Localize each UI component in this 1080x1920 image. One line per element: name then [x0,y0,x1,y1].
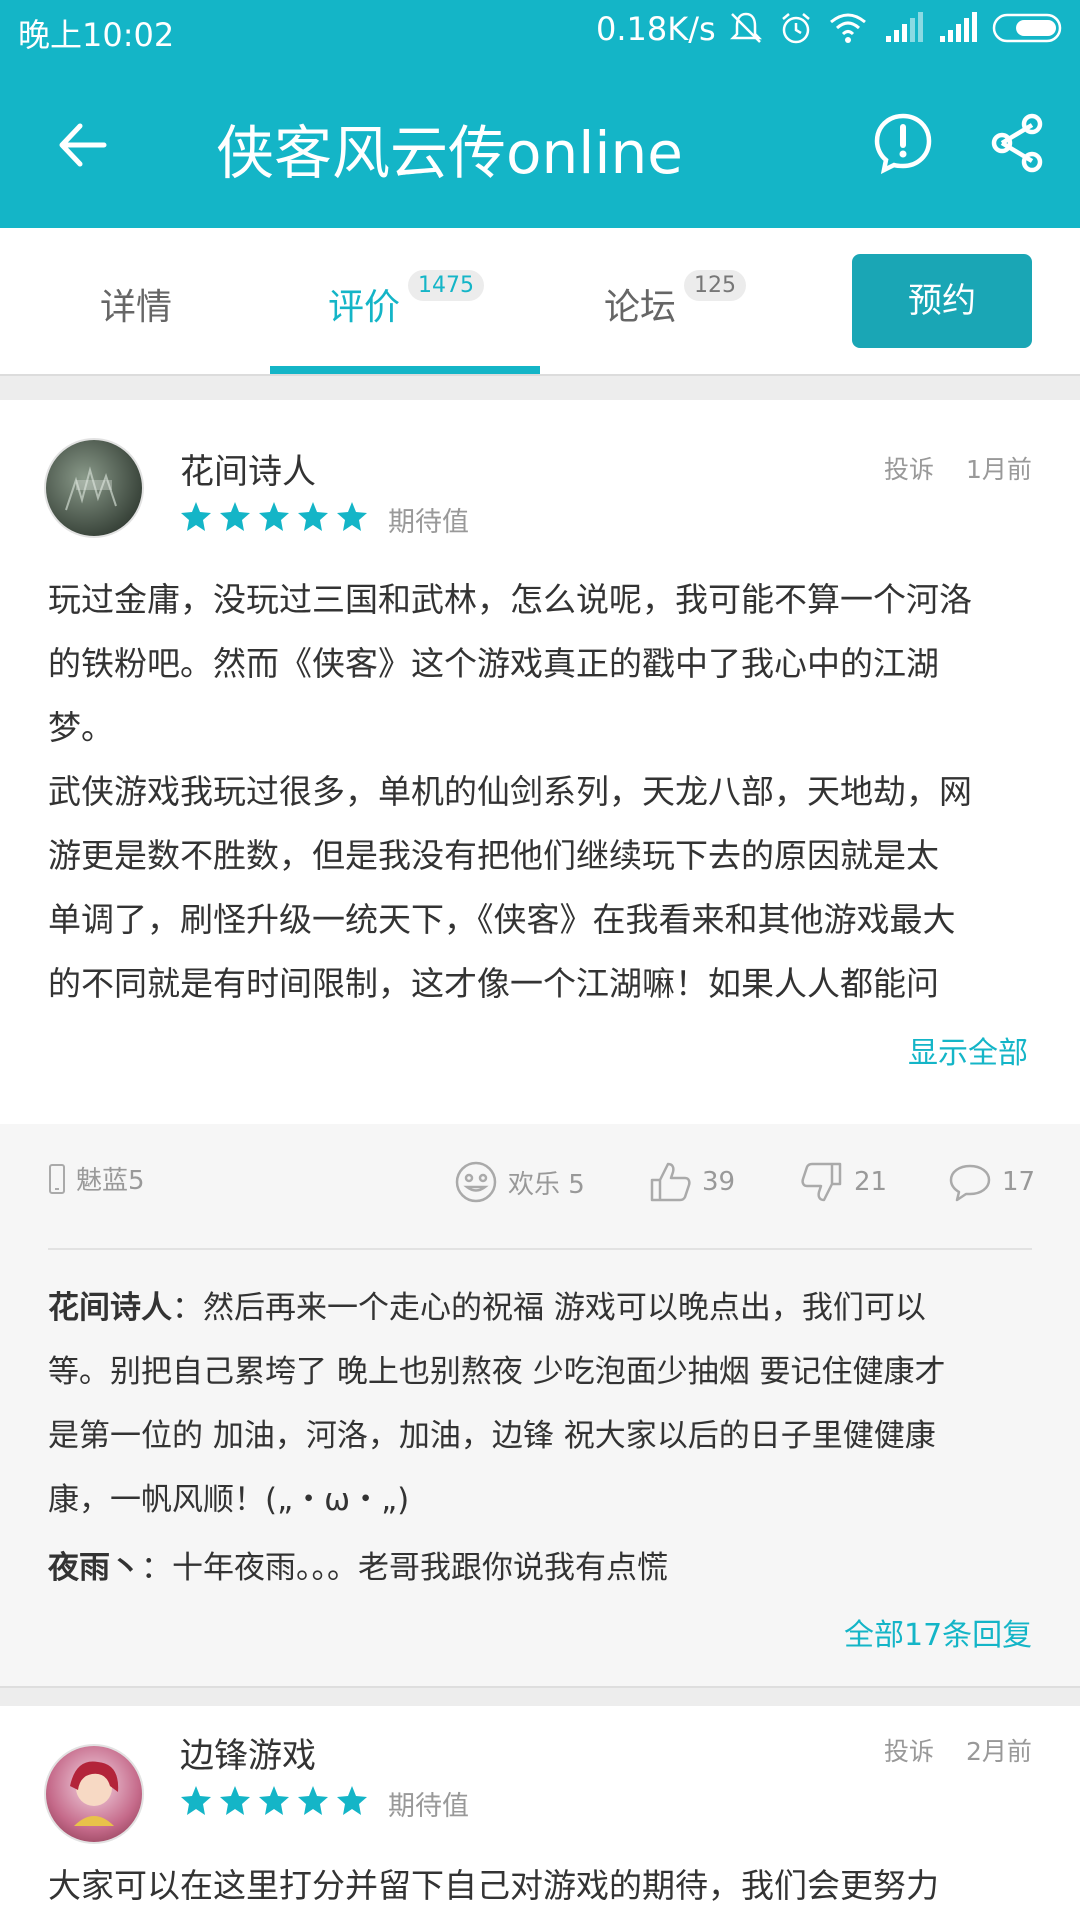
signal-icon [940,12,977,42]
dislike-count: 21 [854,1167,888,1197]
review-stats: 魅蓝5 欢乐 5 39 21 17 [48,1160,1035,1210]
review-text-line: 玩过金庸，没玩过三国和武林，怎么说呢，我可能不算一个河洛 [48,580,972,619]
review-text-line: 的不同就是有时间限制，这才像一个江湖嘛！如果人人都能问 [48,964,939,1003]
review-text-line: 单调了，刷怪升级一统天下，《侠客》在我看来和其他游戏最大 [48,900,956,939]
tab-badge: 1475 [408,270,485,301]
dislike-button[interactable]: 21 [800,1160,887,1204]
reply-item[interactable]: 夜雨丶：十年夜雨。。。老哥我跟你说我有点慌 [48,1536,1038,1600]
status-bar: 晚上10:02 0.18K/s [0,0,1080,62]
reserve-button[interactable]: 预约 [852,254,1032,348]
tab-reviews[interactable]: 评价1475 [328,270,485,330]
section-divider [0,1686,1080,1706]
avatar[interactable] [44,1744,144,1844]
tab-badge: 125 [684,270,747,301]
review-time: 1月前 [966,455,1032,484]
comment-button[interactable]: 17 [948,1160,1035,1204]
reply-author[interactable]: 花间诗人 [48,1290,172,1326]
report-icon[interactable] [872,112,934,174]
tab-forum[interactable]: 论坛125 [604,270,747,330]
page-title: 侠客风云传online [216,119,683,187]
rating-stars [181,502,367,531]
phone-icon [49,1163,65,1194]
alarm-icon [782,13,810,44]
tab-label: 评价 [328,287,401,328]
rating-label: 期待值 [388,1791,469,1822]
tab-label: 详情 [100,287,173,328]
review-text-line: 武侠游戏我玩过很多，单机的仙剑系列，天龙八部，天地劫，网 [48,772,972,811]
fun-count: 欢乐 5 [508,1169,585,1200]
fun-button[interactable]: 欢乐 5 [454,1160,585,1204]
share-icon[interactable] [986,112,1048,174]
rating-label: 期待值 [388,507,469,538]
section-divider [0,376,1080,400]
like-count: 39 [702,1167,736,1197]
avatar-art-icon [70,1761,119,1826]
app-bar: 侠客风云传online [0,62,1080,228]
tab-label: 论坛 [604,287,677,328]
reply-text-line: 康，一帆风顺！(„・ω・„) [48,1482,410,1518]
active-tab-indicator [270,366,540,374]
divider [48,1248,1032,1250]
reply-text-line: 十年夜雨。。。老哥我跟你说我有点慌 [172,1550,668,1586]
avatar[interactable] [44,438,144,538]
review-footer: 魅蓝5 欢乐 5 39 21 17 花间诗人：然后再来一个走心的祝福 游戏可以晚… [0,1124,1080,1686]
tab-details[interactable]: 详情 [100,278,172,330]
smiley-icon [455,1161,497,1203]
device-name: 魅蓝5 [76,1166,145,1196]
show-all-link[interactable]: 显示全部 [908,1028,1028,1072]
review-text-line: 游更是数不胜数，但是我没有把他们继续玩下去的原因就是太 [48,836,939,875]
back-arrow-icon[interactable] [52,114,114,176]
reply-separator: ： [141,1550,172,1586]
review-username[interactable]: 边锋游戏 [180,1728,316,1777]
reply-separator: ： [172,1290,203,1326]
thumbs-down-icon [801,1162,842,1202]
reply-item[interactable]: 花间诗人：然后再来一个走心的祝福 游戏可以晚点出，我们可以 等。别把自己累垮了 … [48,1276,1038,1532]
device-info: 魅蓝5 [48,1160,145,1197]
review-text-line: 大家可以在这里打分并留下自己对游戏的期待，我们会更努力 [48,1866,939,1905]
avatar-art-icon [65,466,117,511]
like-button[interactable]: 39 [648,1160,735,1204]
signal-icon [886,12,923,42]
wifi-icon [830,13,866,43]
review-text: 大家可以在这里打分并留下自己对游戏的期待，我们会更努力 [48,1854,1038,1918]
status-time: 晚上10:02 [18,16,175,54]
reply-author[interactable]: 夜雨丶 [48,1550,141,1586]
reply-text-line: 是第一位的 加油，河洛，加油，边锋 祝大家以后的日子里健健康 [48,1418,936,1454]
review-time: 2月前 [966,1737,1032,1766]
all-replies-link[interactable]: 全部17条回复 [844,1610,1032,1654]
complain-link[interactable]: 投诉 [884,450,934,486]
review-card: 边锋游戏 期待值 投诉 2月前 大家可以在这里打分并留下自己对游戏的期待，我们会… [0,1704,1080,1920]
comment-icon [949,1164,991,1202]
battery-icon [992,13,1062,43]
review-text-line: 的铁粉吧。然而《侠客》这个游戏真正的戳中了我心中的江湖 [48,644,939,683]
comment-count: 17 [1002,1167,1036,1197]
review-text: 玩过金庸，没玩过三国和武林，怎么说呢，我可能不算一个河洛 的铁粉吧。然而《侠客》… [48,568,1038,1016]
rating-stars [181,1786,367,1815]
net-speed: 0.18K/s [596,10,716,48]
reply-text-line: 然后再来一个走心的祝福 游戏可以晚点出，我们可以 [203,1290,926,1326]
thumbs-up-icon [650,1162,691,1202]
complain-link[interactable]: 投诉 [884,1732,934,1768]
review-username[interactable]: 花间诗人 [180,444,316,493]
mute-icon [729,12,763,43]
tab-bar: 详情 评价1475 论坛125 预约 [0,228,1080,376]
review-card: 花间诗人 期待值 投诉 1月前 玩过金庸，没玩过三国和武林，怎么说呢，我可能不算… [0,400,1080,1124]
review-text-line: 梦。 [48,708,114,747]
reply-text-line: 等。别把自己累垮了 晚上也别熬夜 少吃泡面少抽烟 要记住健康才 [48,1354,946,1390]
